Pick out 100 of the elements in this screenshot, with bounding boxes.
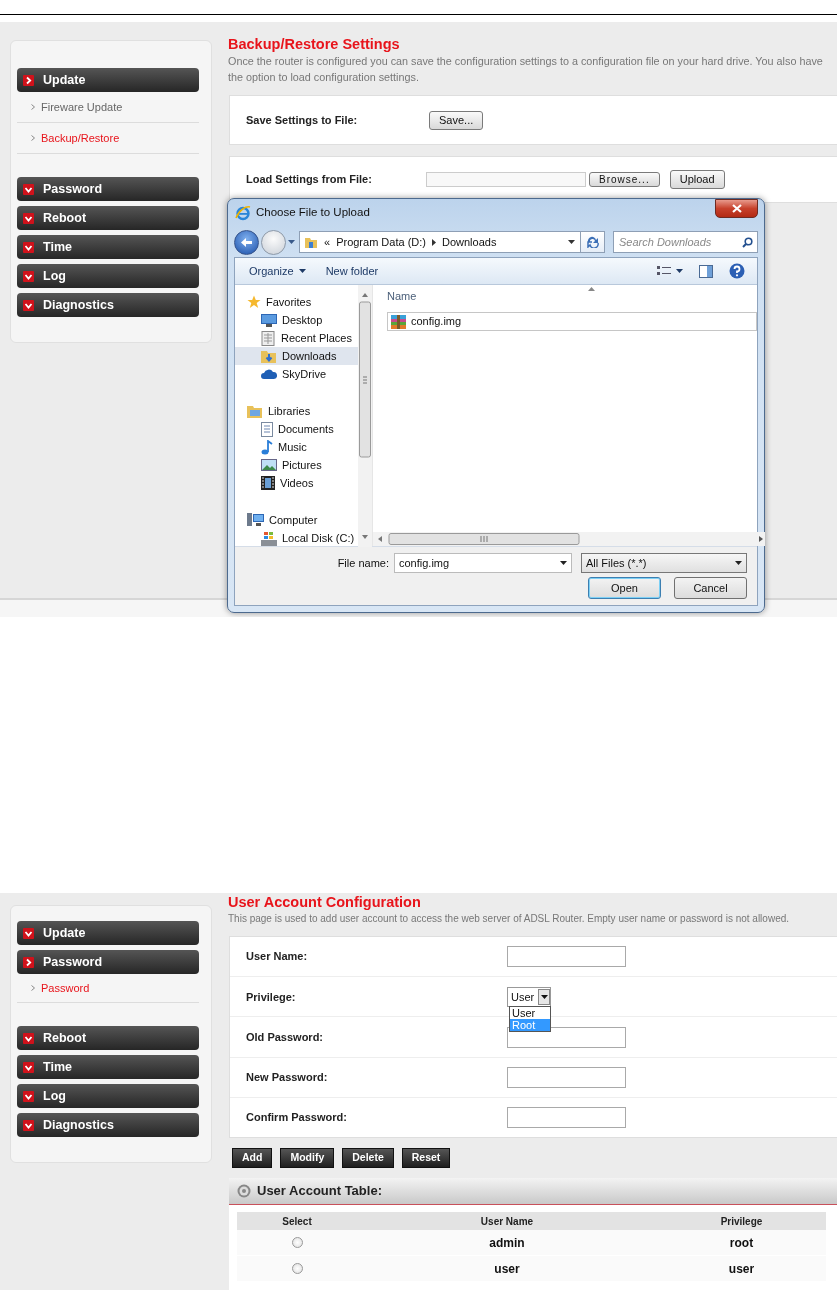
check-icon xyxy=(23,927,34,939)
field-label: Load Settings from File: xyxy=(246,172,373,188)
folder-icon xyxy=(304,235,318,249)
menu-button[interactable]: Reboot xyxy=(17,206,199,230)
toolbar-button[interactable]: Organize xyxy=(241,260,314,282)
check-icon xyxy=(23,1032,34,1044)
address-bar[interactable]: « Program Data (D:) Downloads xyxy=(299,231,581,253)
menu-button[interactable]: Update xyxy=(17,921,199,945)
cloud-icon xyxy=(261,368,277,380)
refresh-button[interactable] xyxy=(581,231,605,253)
menu-button[interactable]: Update xyxy=(17,68,199,92)
select-field[interactable]: User xyxy=(507,986,552,1007)
path-overflow[interactable]: « xyxy=(324,233,331,251)
dialog-button[interactable]: Open xyxy=(588,577,661,599)
action-button[interactable]: Add xyxy=(232,1148,273,1168)
menu-button[interactable]: Time xyxy=(17,1055,199,1079)
monitor-icon xyxy=(261,313,277,327)
field-label: User Name: xyxy=(246,949,309,965)
bullet-icon xyxy=(31,104,35,110)
check-icon xyxy=(23,212,34,224)
action-button[interactable]: Modify xyxy=(280,1148,335,1168)
bullet-icon xyxy=(31,135,35,141)
gear-icon xyxy=(237,1184,251,1198)
section-title: User Account Table: xyxy=(257,1182,382,1201)
file-type-select[interactable]: All Files (*.*) xyxy=(581,553,747,573)
field-label: Privilege: xyxy=(246,989,297,1005)
pane-icon xyxy=(699,264,713,278)
check-icon xyxy=(23,1119,34,1131)
submenu-link[interactable]: Fireware Update xyxy=(17,92,199,123)
page-title: Backup/Restore Settings xyxy=(228,36,401,53)
dropdown-icon xyxy=(540,994,548,999)
close-button[interactable] xyxy=(715,199,758,218)
field-label: Confirm Password: xyxy=(246,1110,348,1126)
menu-button[interactable]: Log xyxy=(17,264,199,288)
refresh-icon xyxy=(585,236,600,248)
upload-button[interactable]: Upload xyxy=(669,170,725,189)
caret-icon xyxy=(676,269,683,273)
submenu-link[interactable]: Backup/Restore xyxy=(17,123,199,154)
dropdown-option[interactable]: User xyxy=(510,1006,550,1019)
menu-button[interactable]: Reboot xyxy=(17,1026,199,1050)
nav-item[interactable]: Videos xyxy=(235,474,358,492)
radio-button[interactable] xyxy=(291,1263,303,1274)
toolbar-button[interactable]: New folder xyxy=(317,260,387,282)
dropdown-icon xyxy=(560,561,567,565)
document-grid-icon xyxy=(261,330,276,346)
file-name-field[interactable]: config.img xyxy=(394,553,572,573)
arrow-left-icon xyxy=(240,236,253,248)
save-button[interactable]: Save... xyxy=(429,110,484,130)
dialog-button[interactable]: Cancel xyxy=(674,577,747,599)
check-icon xyxy=(23,183,34,195)
film-icon xyxy=(261,476,275,490)
menu-button[interactable]: Diagnostics xyxy=(17,1113,199,1137)
folder-icon xyxy=(261,349,277,363)
breadcrumb-item[interactable]: Downloads xyxy=(442,233,497,251)
nav-item[interactable]: Local Disk (C:) xyxy=(235,529,358,546)
nav-item[interactable]: SkyDrive xyxy=(235,365,358,383)
menu-button[interactable]: Time xyxy=(17,235,199,259)
image-icon xyxy=(261,459,277,471)
sort-icon xyxy=(588,287,596,291)
nav-item[interactable]: Favorites xyxy=(235,293,358,311)
action-button[interactable]: Delete xyxy=(342,1148,394,1168)
search-icon xyxy=(742,237,753,248)
column-header: User Name xyxy=(480,1214,534,1229)
history-caret-icon xyxy=(288,240,295,244)
breadcrumb-item[interactable]: Program Data (D:) xyxy=(336,233,426,251)
menu-button[interactable]: Log xyxy=(17,1084,199,1108)
file-item[interactable]: config.img xyxy=(387,312,757,331)
menu-button[interactable]: Diagnostics xyxy=(17,293,199,317)
nav-item[interactable]: Documents xyxy=(235,420,358,438)
nav-item[interactable]: Recent Places xyxy=(235,329,358,347)
submenu-link[interactable]: Password xyxy=(17,974,199,1003)
nav-item[interactable]: Pictures xyxy=(235,456,358,474)
check-icon xyxy=(23,241,34,253)
file-path-field[interactable] xyxy=(426,172,586,187)
nav-item[interactable]: Libraries xyxy=(235,402,358,420)
globe-icon xyxy=(235,205,251,221)
dialog-title: Choose File to Upload xyxy=(256,205,370,221)
nav-item[interactable]: Music xyxy=(235,438,358,456)
search-field[interactable]: Search Downloads xyxy=(613,231,758,253)
computer-icon xyxy=(247,513,264,527)
table-cell-text: user xyxy=(728,1260,755,1278)
check-icon xyxy=(23,299,34,311)
table-cell-text: root xyxy=(729,1234,754,1252)
table-cell-text: user xyxy=(494,1260,520,1278)
menu-button[interactable]: Password xyxy=(17,950,199,974)
menu-button[interactable]: Password xyxy=(17,177,199,201)
nav-item[interactable]: Computer xyxy=(235,511,358,529)
action-button[interactable]: Reset xyxy=(401,1148,451,1168)
text-field[interactable] xyxy=(507,946,626,968)
back-button[interactable] xyxy=(234,229,259,255)
text-field[interactable] xyxy=(507,1106,626,1128)
browse-button[interactable]: Browse... xyxy=(589,172,660,187)
check-icon xyxy=(23,1061,34,1073)
nav-item[interactable]: Downloads xyxy=(235,347,358,365)
text-field[interactable] xyxy=(507,1066,626,1088)
table-cell-text: admin xyxy=(489,1234,525,1252)
column-header[interactable]: Name xyxy=(387,287,417,305)
dropdown-icon xyxy=(735,561,742,565)
radio-button[interactable] xyxy=(291,1237,303,1248)
nav-item[interactable]: Desktop xyxy=(235,311,358,329)
